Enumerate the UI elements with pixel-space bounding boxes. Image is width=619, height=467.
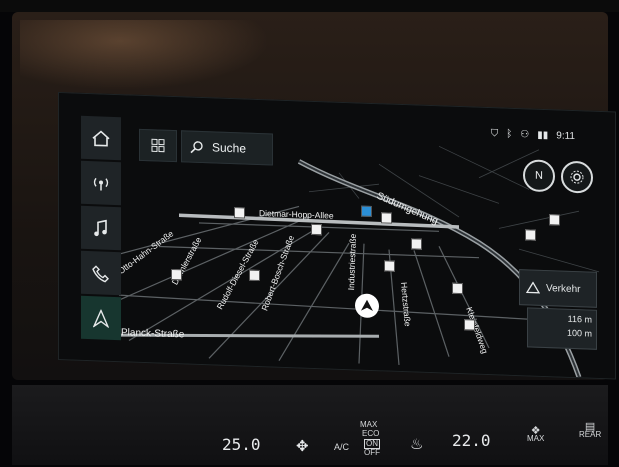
ac-mode-off: OFF [364,448,380,457]
climate-control-panel: 25.0 ✥ A/C MAX ECO ON OFF ♨ 22.0 ❖ MAX ▤… [12,385,608,465]
home-button[interactable] [81,115,121,161]
compass-button[interactable]: N [523,159,555,193]
street-label: Industriestraße [346,233,358,291]
phone-button[interactable] [81,250,121,296]
rear-defrost-label: REAR [579,430,602,439]
poi-marker[interactable] [384,260,395,272]
traffic-warning-icon [526,281,540,294]
menu-grid-button[interactable] [139,128,177,163]
front-defrost-label: MAX [527,434,545,443]
right-temperature[interactable]: 22.0 [452,431,491,450]
grid-icon [151,138,165,153]
search-label: Suche [212,140,247,156]
navigation-status-icon: ⛉ [490,128,499,140]
charging-station-marker[interactable] [361,205,372,217]
navigation-button[interactable] [81,295,121,341]
traffic-label: Verkehr [546,282,581,295]
street-label: Planck-Straße [121,327,185,341]
poi-marker[interactable] [452,282,463,295]
poi-marker[interactable] [171,268,182,281]
reflection-glare [20,20,270,90]
main-menu [81,115,121,357]
ac-mode-max: MAX [360,420,378,429]
ac-mode-eco: ECO [362,429,380,438]
navigation-arrow-icon [93,308,109,328]
seat-heating-icon[interactable]: ♨ [410,435,423,453]
bluetooth-icon: ᛒ [506,128,513,140]
fan-icon[interactable]: ✥ [296,437,309,455]
altitude-value: 116 m [567,313,592,325]
climate-row: 25.0 ✥ A/C MAX ECO ON OFF ♨ 22.0 ❖ MAX ▤… [12,421,608,461]
home-icon [92,129,110,147]
compass-icon: N [535,169,543,182]
infotainment-screen: Otto-Hahn-Straße Daimlerstraße Rudolf-Di… [58,92,616,380]
radio-button[interactable] [81,160,121,206]
music-note-icon [94,219,107,236]
signal-icon: ▮▮ [537,129,549,142]
gear-icon [570,170,584,184]
top-frame [0,0,619,12]
traffic-button[interactable]: Verkehr [519,269,597,308]
elevation-panel: 116 m 100 m [527,307,597,350]
user-icon: ⚇ [520,129,530,141]
media-button[interactable] [81,205,121,251]
clock: 9:11 [556,130,575,143]
left-temperature[interactable]: 25.0 [222,435,261,454]
poi-marker[interactable] [411,238,422,250]
search-icon [190,141,203,154]
poi-marker[interactable] [311,223,322,236]
front-defrost-button[interactable]: ❖ MAX [527,426,545,443]
poi-marker[interactable] [381,212,392,224]
ac-label[interactable]: A/C [334,443,349,452]
scale-value: 100 m [566,327,592,339]
rear-defrost-button[interactable]: ▤ REAR [579,422,602,439]
poi-marker[interactable] [549,214,560,226]
poi-marker[interactable] [464,319,475,331]
radio-icon [93,177,109,191]
settings-button[interactable] [561,160,593,194]
map-options: N [523,159,593,194]
phone-icon [92,264,109,282]
vehicle-position-marker [355,293,379,319]
search-button[interactable]: Suche [181,130,273,166]
poi-marker[interactable] [249,269,260,282]
vehicle-arrow-icon [361,299,373,312]
poi-marker[interactable] [525,229,536,241]
map-toolbar: Suche [139,128,273,166]
poi-marker[interactable] [234,207,245,219]
